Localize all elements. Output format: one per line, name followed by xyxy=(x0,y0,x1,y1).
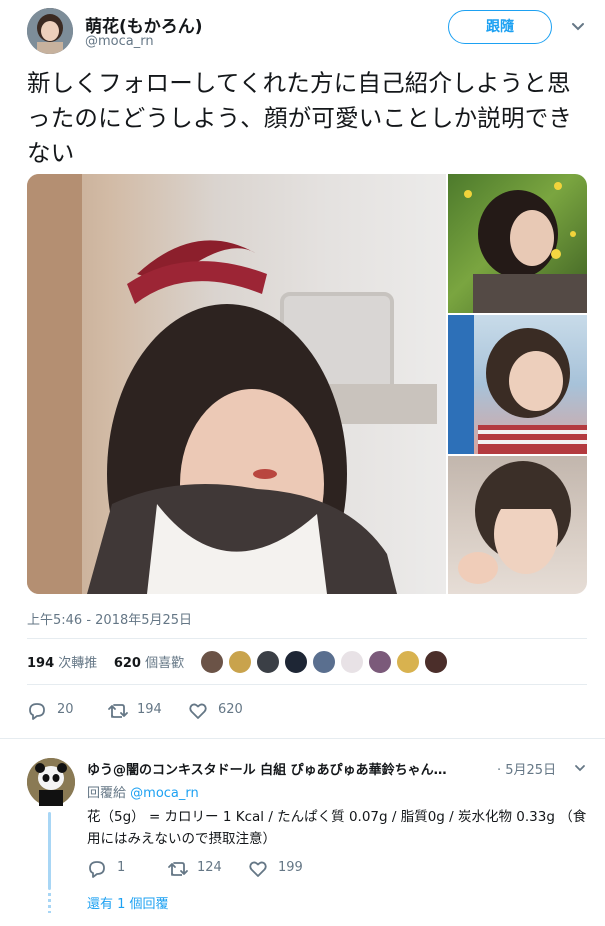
tweet-header: 萌花(もかろん) @moca_rn 跟隨 xyxy=(27,8,592,54)
divider xyxy=(27,638,587,639)
chevron-down-icon[interactable] xyxy=(574,762,586,774)
like-count: 620 xyxy=(218,702,243,717)
tweet-actions: 20 194 620 xyxy=(27,700,587,722)
liker-avatar[interactable] xyxy=(228,650,252,674)
liker-avatar[interactable] xyxy=(396,650,420,674)
likes-count[interactable]: 620 xyxy=(114,656,141,671)
retweet-arrows-icon xyxy=(108,704,128,718)
reply-author-name[interactable]: ゆう@闇のコンキスタドール 白組 ぴゅあぴゅあ華鈴ちゃん… xyxy=(87,759,492,778)
tweet-stats: 194 次轉推 620 個喜歡 xyxy=(27,652,184,674)
speech-bubble-icon xyxy=(29,703,45,720)
reply-author-avatar[interactable] xyxy=(27,758,75,806)
media-photo-4[interactable] xyxy=(448,456,587,594)
thread-line xyxy=(48,812,51,890)
liker-avatar[interactable] xyxy=(340,650,364,674)
liker-avatar[interactable] xyxy=(284,650,308,674)
thread-dots xyxy=(48,893,51,913)
reply-actions: 1 124 199 xyxy=(87,858,587,880)
divider xyxy=(0,738,605,739)
reply-to-line: 回覆給 @moca_rn xyxy=(87,782,199,801)
author-avatar[interactable] xyxy=(27,8,73,54)
divider xyxy=(27,684,587,685)
speech-bubble-icon xyxy=(89,861,105,878)
reply-date[interactable]: · 5月25日 xyxy=(497,759,556,778)
liker-avatar[interactable] xyxy=(368,650,392,674)
retweets-count[interactable]: 194 xyxy=(27,656,54,671)
reply-to-handle[interactable]: @moca_rn xyxy=(130,786,199,801)
author-handle[interactable]: @moca_rn xyxy=(85,34,154,49)
retweet-count: 194 xyxy=(137,702,162,717)
retweet-arrows-icon xyxy=(168,862,188,876)
reply-like-count: 199 xyxy=(278,860,303,875)
heart-icon xyxy=(189,703,207,719)
tweet-timestamp[interactable]: 上午5:46 - 2018年5月25日 xyxy=(27,609,192,628)
likes-label[interactable]: 個喜歡 xyxy=(145,656,184,671)
media-photo-2[interactable] xyxy=(448,174,587,313)
liker-avatar[interactable] xyxy=(312,650,336,674)
reply-count: 20 xyxy=(57,702,74,717)
reply-reply-count: 1 xyxy=(117,860,126,875)
follow-button[interactable]: 跟隨 xyxy=(448,10,552,44)
chevron-down-icon[interactable] xyxy=(571,20,585,34)
show-more-replies-link[interactable]: 還有 1 個回覆 xyxy=(87,893,169,912)
tweet-text: 新しくフォローしてくれた方に自己紹介しようと思ったのにどうしよう、顔が可愛いこと… xyxy=(27,69,573,167)
reply-to-label: 回覆給 xyxy=(87,786,127,801)
media-grid xyxy=(27,174,587,594)
heart-icon xyxy=(249,861,267,877)
reply-retweet-count: 124 xyxy=(197,860,222,875)
liker-avatar[interactable] xyxy=(424,650,448,674)
reply-text: 花（5g） = カロリー 1 Kcal / たんぱく質 0.07g / 脂質0g… xyxy=(87,809,587,847)
media-photo-3[interactable] xyxy=(448,315,587,454)
liker-avatar[interactable] xyxy=(200,650,224,674)
liker-avatar[interactable] xyxy=(256,650,280,674)
media-photo-main[interactable] xyxy=(27,174,446,594)
retweets-label[interactable]: 次轉推 xyxy=(58,656,97,671)
